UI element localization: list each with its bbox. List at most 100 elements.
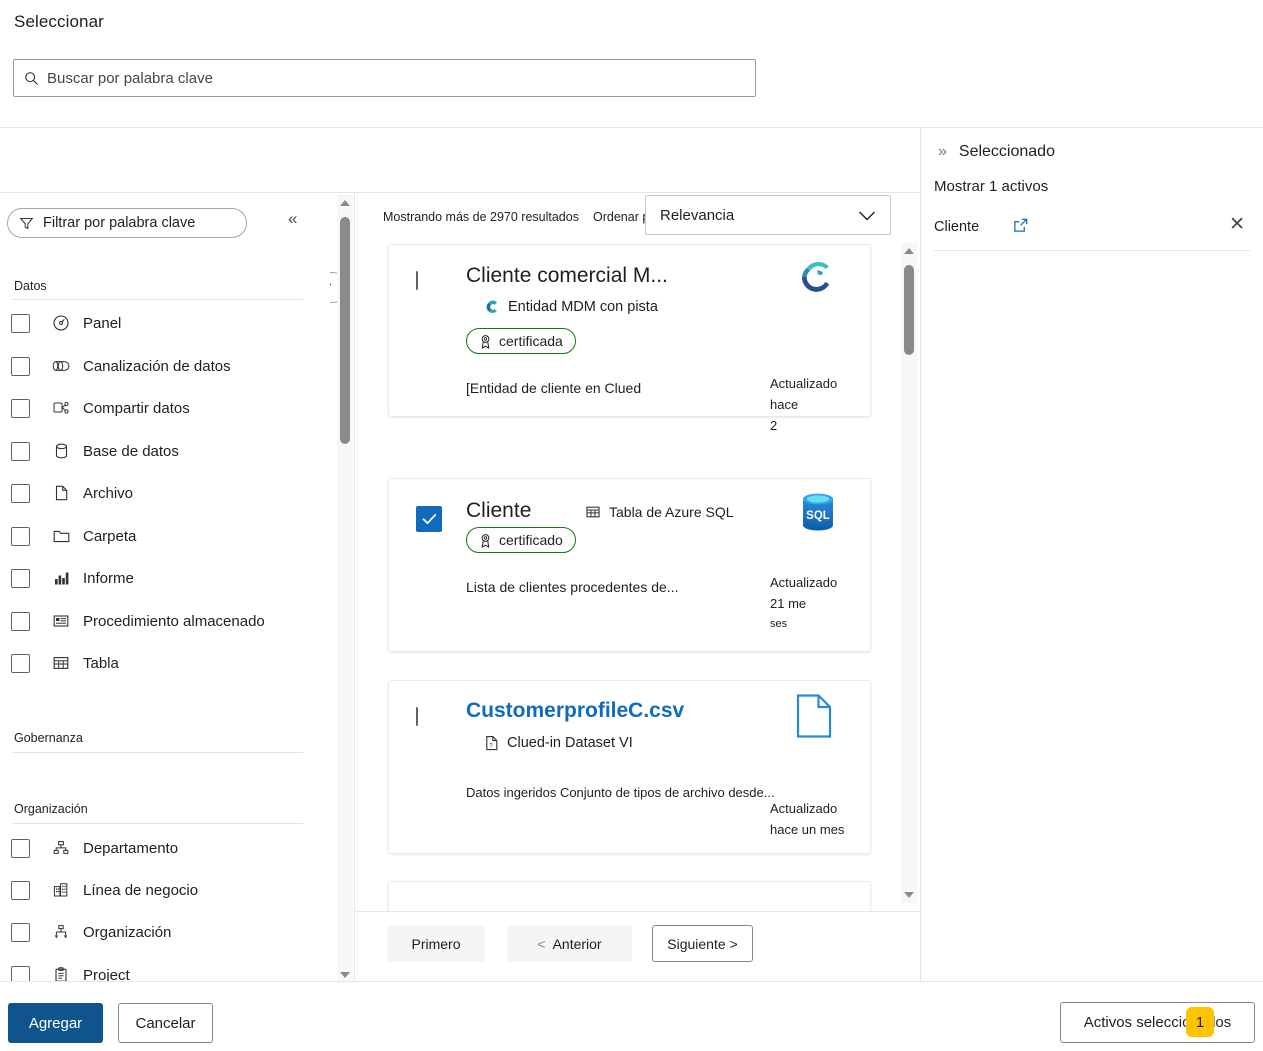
svg-text:SQL: SQL [806,510,830,522]
facet-item-departamento[interactable]: Departamento [11,835,178,861]
facet-item-base-de-datos[interactable]: Base de datos [11,438,179,464]
selected-item[interactable]: Cliente ✕ [934,213,1249,249]
facet-scrollbar-thumb[interactable] [340,217,350,444]
facet-checkbox[interactable] [11,838,30,858]
result-card-updated: Actualizado hace 2 [770,373,837,436]
selected-assets-button[interactable]: Activos seleccionados [1060,1002,1255,1043]
selected-panel-header[interactable]: » Seleccionado [938,143,1055,161]
updated-line: Actualizado [770,575,838,590]
facet-checkbox[interactable] [11,922,30,942]
search-input[interactable] [47,61,755,95]
cancel-button[interactable]: Cancelar [118,1003,213,1043]
updated-line: Actualizado [770,801,838,816]
facet-item-organizacion[interactable]: Organización [11,919,171,945]
pagination-next-label: Siguiente > [667,935,738,952]
pagination-previous-label: Anterior [552,935,602,952]
facet-item-label: Canalización de datos [83,357,231,375]
facet-item-procedimiento-almacenado[interactable]: Procedimiento almacenado [11,608,265,634]
pagination-previous-button[interactable]: < Anterior [507,925,632,962]
result-card-title[interactable]: CustomerprofileC.csv [466,699,684,723]
facet-item-label: Tabla [83,654,119,672]
results-list: Mostrando más de 2970 resultados Ordenar… [355,193,920,911]
file-icon [50,484,72,502]
result-card[interactable]: Cliente comercial M... Entidad MDM con p… [388,244,871,433]
search-input-wrapper[interactable] [13,59,756,97]
scroll-up-arrow-icon[interactable] [337,195,353,211]
results-scrollbar[interactable] [901,243,917,903]
scroll-down-arrow-icon[interactable] [901,887,917,903]
chevron-down-icon [858,209,876,227]
result-card-type-label: Tabla de Azure SQL [609,504,734,520]
result-card-type: ? Clued-in Dataset VI [484,735,633,751]
results-scrollbar-thumb[interactable] [904,265,914,355]
certified-badge-label: certificada [499,333,563,349]
result-card-type-label: Clued-in Dataset VI [507,735,633,751]
facet-scrollbar[interactable] [337,195,353,983]
facet-item-compartir-datos[interactable]: Compartir datos [11,395,190,421]
facet-group-divider [12,299,303,300]
facet-checkbox[interactable] [11,441,30,461]
add-button[interactable]: Agregar [8,1003,103,1043]
certified-badge: certificada [466,328,576,354]
facet-search-input[interactable]: Filtrar por palabra clave [7,208,247,238]
footer-divider [0,981,1263,982]
facet-item-informe[interactable]: Informe [11,565,134,591]
facet-search-placeholder: Filtrar por palabra clave [43,215,196,231]
result-card-description: Lista de clientes procedentes de... [466,579,679,595]
facet-checkbox[interactable] [11,653,30,673]
result-card[interactable] [388,881,871,911]
bar-chart-icon [50,569,72,587]
facet-item-canalizacion-de-datos[interactable]: Canalización de datos [11,353,231,379]
checkbox-checked-icon[interactable] [416,506,442,532]
facet-checkbox[interactable] [11,611,30,631]
result-card-updated: Actualizado 21 me ses [770,572,837,635]
scroll-up-arrow-icon[interactable] [901,243,917,259]
chevron-double-left-icon[interactable]: « [288,210,297,227]
stored-procedure-icon [50,612,72,630]
facet-checkbox[interactable] [11,483,30,503]
result-card-checkbox[interactable] [416,707,418,726]
facet-checkbox[interactable] [11,965,30,981]
pagination-bar: Primero < Anterior Siguiente > [355,912,920,981]
facet-item-carpeta[interactable]: Carpeta [11,523,136,549]
facet-item-linea-de-negocio[interactable]: Línea de negocio [11,877,198,903]
result-card[interactable]: Cliente Tabla de Azure SQL certificado L… [388,478,871,652]
cluedin-logo-icon [793,255,837,304]
facet-item-archivo[interactable]: Archivo [11,480,133,506]
facet-item-project[interactable]: Project [11,962,130,981]
facet-item-label: Procedimiento almacenado [83,612,265,630]
pagination-next-button[interactable]: Siguiente > [652,925,753,962]
page-title: Seleccionar [14,12,104,31]
facet-item-label: Project [83,966,130,982]
hierarchy-icon [50,923,72,941]
selected-panel: » Seleccionado Mostrar 1 activos Cliente… [921,128,1263,981]
facet-checkbox[interactable] [11,398,30,418]
pagination-first-button[interactable]: Primero [387,925,485,962]
file-blue-icon [793,693,835,744]
facet-checkbox[interactable] [11,356,30,376]
facet-checkbox[interactable] [11,313,30,333]
close-icon[interactable]: ✕ [1229,215,1245,234]
result-card-checkbox[interactable] [416,271,418,290]
open-in-new-icon[interactable] [1012,217,1029,239]
clipboard-icon [50,966,72,981]
sort-by-dropdown[interactable]: Relevancia [645,195,891,235]
pagination-first-label: Primero [411,935,461,952]
facet-item-label: Línea de negocio [83,881,199,899]
facet-item-label: Compartir datos [83,399,190,417]
facet-item-panel[interactable]: Panel [11,310,121,336]
result-card-title: Cliente [466,499,532,522]
facet-checkbox[interactable] [11,526,30,546]
facet-item-tabla[interactable]: Tabla [11,650,119,676]
result-card[interactable]: CustomerprofileC.csv ? Clued-in Dataset … [388,680,871,854]
result-card-checkbox[interactable] [416,506,442,532]
selected-item-divider [934,250,1250,251]
chevron-double-right-icon[interactable]: » [938,144,947,160]
facet-checkbox[interactable] [11,568,30,588]
updated-line: 2 [770,418,778,433]
buildings-icon [50,881,72,899]
azure-sql-icon: SQL [799,492,837,537]
pipeline-icon [50,357,72,375]
updated-line: hace [770,397,799,412]
facet-checkbox[interactable] [11,880,30,900]
